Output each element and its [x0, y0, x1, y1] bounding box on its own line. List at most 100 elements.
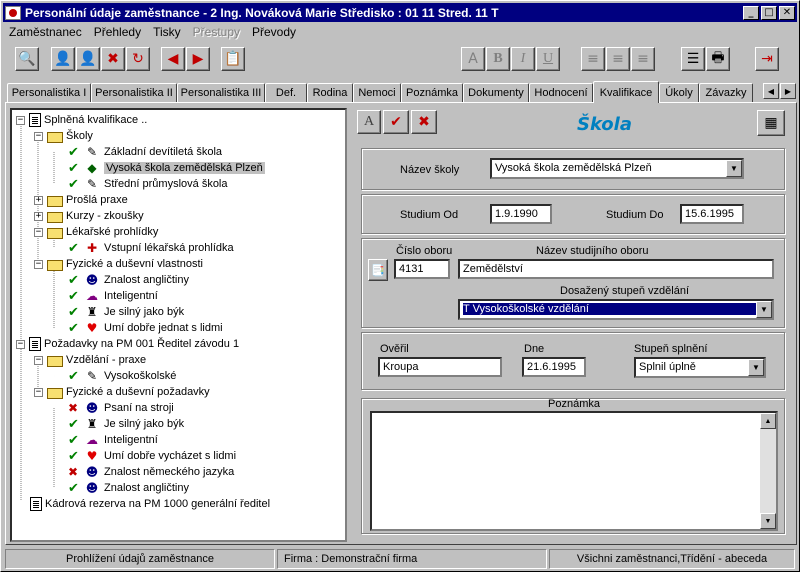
tree-node-lekarske[interactable]: − Lékařské prohlídky	[34, 224, 158, 240]
note-textarea[interactable]: ▲ ▼	[370, 411, 778, 531]
verified-by-field[interactable]: Kroupa	[378, 357, 502, 377]
tab-hodnoceni[interactable]: Hodnocení	[529, 83, 593, 102]
tree-node-pozadavek-4[interactable]: ✔ ♥ Umí dobře vycházet s lidmi	[68, 448, 236, 464]
italic-button[interactable]: I	[511, 47, 535, 71]
fulfillment-select[interactable]: Splnil úplně ▼	[634, 357, 766, 378]
tree-node-lekarske-1[interactable]: ✔ ✚ Vstupní lékařská prohlídka	[68, 240, 234, 256]
tab-zavazky[interactable]: Závazky	[699, 83, 753, 102]
tab-scroll-right-button[interactable]: ▶	[780, 83, 796, 99]
align-right-button[interactable]: ≡	[631, 47, 655, 71]
tree-node-school-2[interactable]: ✔ ◆ Vysoká škola zemědělská Plzeň	[68, 160, 265, 176]
tree-node-prosla-praxe[interactable]: + Prošlá praxe	[34, 192, 128, 208]
dropdown-arrow-icon[interactable]: ▼	[756, 301, 772, 318]
close-button[interactable]: ✕	[779, 5, 795, 20]
collapse-icon[interactable]: −	[34, 131, 43, 141]
checkmark-icon: ✔	[390, 114, 402, 130]
exit-button[interactable]: ⇥	[755, 47, 779, 71]
font-button[interactable]: A	[461, 47, 485, 71]
tree-node-pozadavek-1[interactable]: ✖ ☻ Psaní na stroji	[68, 400, 174, 416]
collapse-icon[interactable]: −	[34, 387, 43, 397]
education-level-select[interactable]: T Vysokoškolské vzdělání ▼	[458, 299, 774, 320]
tab-dokumenty[interactable]: Dokumenty	[463, 83, 529, 102]
employee-button[interactable]: 👤	[76, 47, 100, 71]
dropdown-arrow-icon[interactable]: ▼	[748, 359, 764, 376]
dropdown-arrow-icon[interactable]: ▼	[726, 160, 742, 177]
tree-node-school-3[interactable]: ✔ ✎ Střední průmyslová škola	[68, 176, 228, 192]
field-number-field[interactable]: 4131	[394, 259, 450, 279]
tree-node-pozadavek-3[interactable]: ✔ ☁ Inteligentní	[68, 432, 158, 448]
employee-delete-button[interactable]: ✖	[101, 47, 125, 71]
collapse-icon[interactable]: −	[34, 259, 43, 269]
copy-button[interactable]: 📋	[221, 47, 245, 71]
tree-node-pozadavek-2[interactable]: ✔ ♜ Je silný jako býk	[68, 416, 184, 432]
school-name-select[interactable]: Vysoká škola zemědělská Plzeň ▼	[490, 158, 744, 179]
menu-prestupy[interactable]: Přestupy	[187, 25, 246, 39]
next-button[interactable]: ▶	[186, 47, 210, 71]
align-left-button[interactable]: ≡	[581, 47, 605, 71]
menu-prevody[interactable]: Převody	[246, 25, 302, 39]
app-icon[interactable]	[5, 5, 21, 20]
tree-node-fyzicke-3[interactable]: ✔ ♜ Je silný jako býk	[68, 304, 184, 320]
collapse-icon[interactable]: −	[34, 355, 43, 365]
menu-prehledy[interactable]: Přehledy	[88, 25, 147, 39]
tree-node-fyzicke-4[interactable]: ✔ ♥ Umí dobře jednat s lidmi	[68, 320, 223, 336]
expand-icon[interactable]: +	[34, 211, 43, 221]
tree-node-kadrova-rezerva[interactable]: Kádrová rezerva na PM 1000 generální řed…	[30, 496, 270, 512]
collapse-icon[interactable]: −	[34, 227, 43, 237]
collapse-icon[interactable]: −	[16, 115, 25, 125]
menu-zamestnanec[interactable]: Zaměstnanec	[3, 25, 88, 39]
field-lookup-button[interactable]: 📑	[368, 259, 388, 281]
date-field[interactable]: 21.6.1995	[522, 357, 586, 377]
tree-node-vzdelani[interactable]: − Vzdělání - praxe	[34, 352, 146, 368]
tab-scroll-left-button[interactable]: ◀	[763, 83, 779, 99]
maximize-button[interactable]: □	[761, 5, 777, 20]
scroll-down-icon[interactable]: ▼	[760, 513, 776, 529]
study-to-field[interactable]: 15.6.1995	[680, 204, 744, 224]
bold-button[interactable]: B	[486, 47, 510, 71]
expand-icon[interactable]: +	[34, 195, 43, 205]
print-button[interactable]: 🖶	[706, 47, 730, 71]
search-button[interactable]: 🔍	[15, 47, 39, 71]
tab-poznamka[interactable]: Poznámka	[401, 83, 463, 102]
employee-edit-button[interactable]: 👤	[51, 47, 75, 71]
study-from-field[interactable]: 1.9.1990	[490, 204, 552, 224]
tree-node-pozadavek-6[interactable]: ✔ ☻ Znalost angličtiny	[68, 480, 189, 496]
tree-node-fyz-pozadavky[interactable]: − Fyzické a duševní požadavky	[34, 384, 210, 400]
underline-button[interactable]: U	[536, 47, 560, 71]
edit-text-button[interactable]: A	[357, 110, 381, 134]
tree-node-school-1[interactable]: ✔ ✎ Základní devítiletá škola	[68, 144, 222, 160]
tree-node-fyzicke[interactable]: − Fyzické a duševní vlastnosti	[34, 256, 203, 272]
menu-tisky[interactable]: Tisky	[147, 25, 187, 39]
tab-personalistika-2[interactable]: Personalistika II	[91, 83, 177, 102]
list-button[interactable]: ☰	[681, 47, 705, 71]
tree-node-vzdelani-1[interactable]: ✔ ✎ Vysokoškolské	[68, 368, 176, 384]
calendar-button[interactable]: ▦	[757, 110, 785, 136]
minimize-button[interactable]: _	[743, 5, 759, 20]
tree-node-splnena-kvalifikace[interactable]: − Splněná kvalifikace ..	[16, 112, 147, 128]
tab-kvalifikace[interactable]: Kvalifikace	[593, 81, 659, 103]
tab-nemoci[interactable]: Nemoci	[353, 83, 401, 102]
note-scrollbar[interactable]: ▲ ▼	[760, 413, 776, 529]
align-center-button[interactable]: ≡	[606, 47, 630, 71]
tree-node-label: Inteligentní	[104, 290, 158, 302]
previous-button[interactable]: ◀	[161, 47, 185, 71]
tree-node-pozadavky[interactable]: − Požadavky na PM 001 Ředitel závodu 1	[16, 336, 239, 352]
field-name-field[interactable]: Zemědělství	[458, 259, 774, 279]
tab-personalistika-3[interactable]: Personalistika III	[177, 83, 265, 102]
collapse-icon[interactable]: −	[16, 339, 25, 349]
ambulance-icon: ✚	[86, 241, 98, 255]
tree-node-fyzicke-2[interactable]: ✔ ☁ Inteligentní	[68, 288, 158, 304]
refresh-button[interactable]: ↻	[126, 47, 150, 71]
tree-node-kurzy[interactable]: + Kurzy - zkoušky	[34, 208, 144, 224]
tree-node-fyzicke-1[interactable]: ✔ ☻ Znalost angličtiny	[68, 272, 189, 288]
tab-ukoly[interactable]: Úkoly	[659, 83, 699, 102]
tab-personalistika-1[interactable]: Personalistika I	[7, 83, 91, 102]
tab-rodina[interactable]: Rodina	[307, 83, 353, 102]
tree-node-skoly[interactable]: − Školy	[34, 128, 93, 144]
tree-node-pozadavek-5[interactable]: ✖ ☻ Znalost německého jazyka	[68, 464, 234, 480]
tab-def[interactable]: Def.	[265, 83, 307, 102]
confirm-button[interactable]: ✔	[383, 110, 409, 134]
scroll-up-icon[interactable]: ▲	[760, 413, 776, 429]
qualification-tree[interactable]: − Splněná kvalifikace .. − Školy ✔ ✎ Zák…	[10, 108, 347, 542]
cancel-button[interactable]: ✖	[411, 110, 437, 134]
